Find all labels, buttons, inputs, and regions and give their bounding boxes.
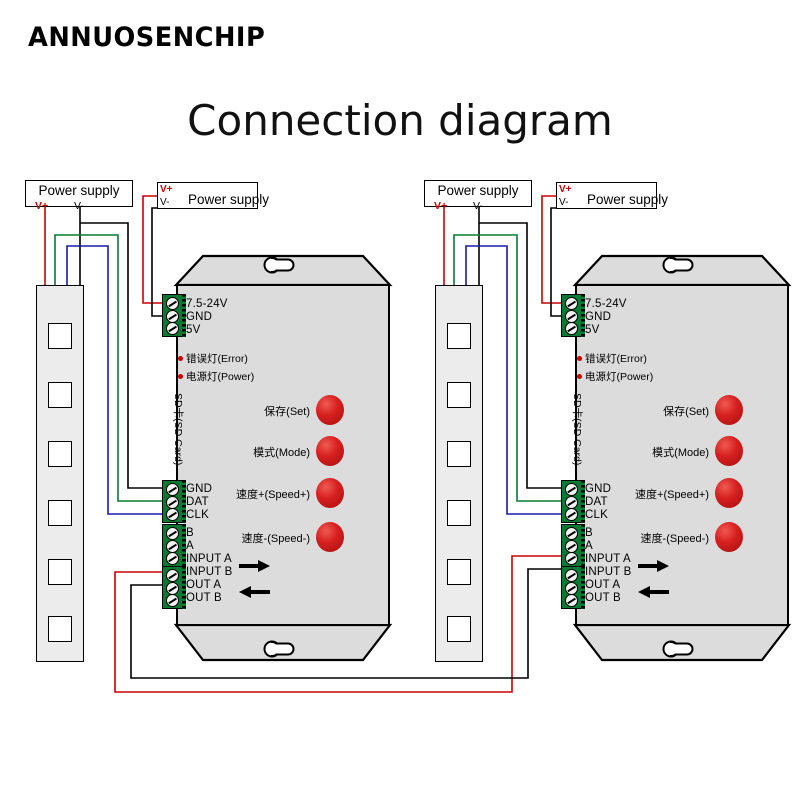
arrow-layer xyxy=(239,560,669,598)
output-arrow-icon-left xyxy=(239,586,270,598)
input-arrow-icon-left xyxy=(239,560,270,572)
connection-diagram-page: ANNUOSENCHIP Connection diagram Power su… xyxy=(0,0,800,800)
output-arrow-icon-right xyxy=(638,586,669,598)
input-arrow-icon-right xyxy=(638,560,669,572)
